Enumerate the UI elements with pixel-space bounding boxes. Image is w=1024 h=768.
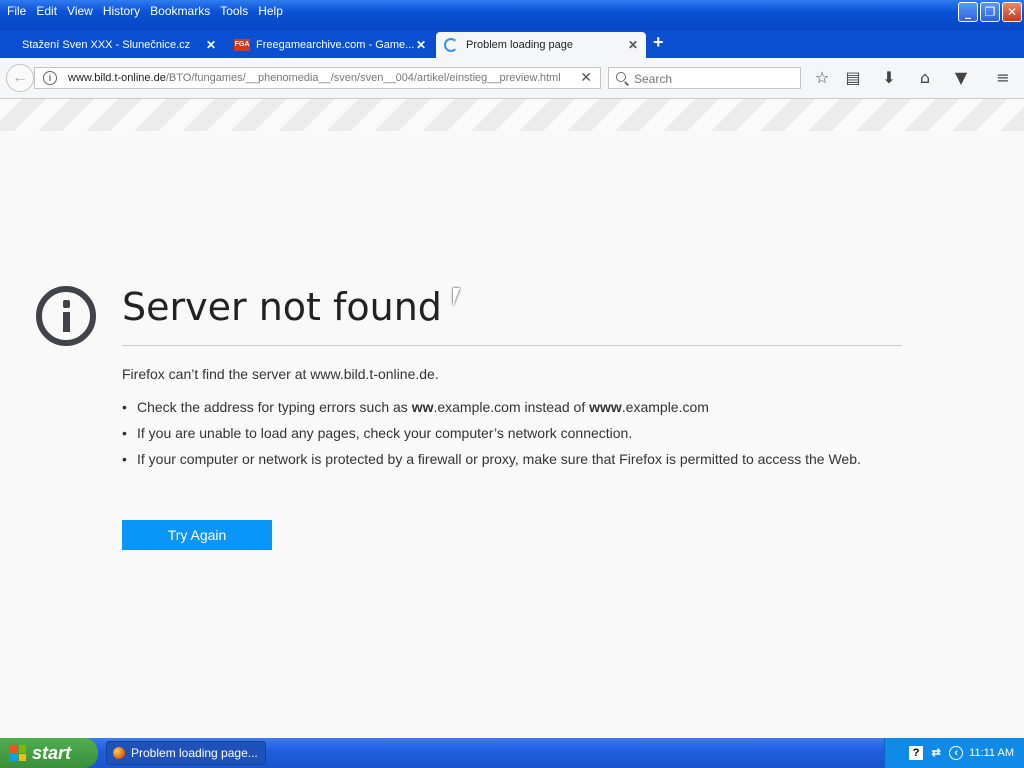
new-tab-button[interactable]: + [653,32,664,53]
freegamearchive-icon: FGA [234,39,250,51]
minimize-button[interactable]: _ [958,2,978,22]
tab-slunecnice[interactable]: Stažení Sven XXX - Slunečnice.cz ✕ [14,32,224,58]
bookmark-star-icon[interactable]: ☆ [812,68,832,88]
show-hidden-icons-icon[interactable]: ‹ [949,746,964,760]
list-item: If your computer or network is protected… [122,450,902,468]
tab-close-icon[interactable]: ✕ [416,38,426,52]
network-icon[interactable]: ⇄ [929,746,943,760]
tab-label: Freegamearchive.com - Game... [256,39,415,51]
tab-freegamearchive[interactable]: FGA Freegamearchive.com - Game... ✕ [226,32,434,58]
home-icon[interactable]: ⌂ [915,68,935,88]
info-icon [36,286,96,346]
close-window-button[interactable]: ✕ [1002,2,1022,22]
url-bar[interactable]: i www.bild.t-online.de/BTO/fungames/__ph… [34,67,601,89]
list-item: If you are unable to load any pages, che… [122,424,902,442]
menu-bar: File Edit View History Bookmarks Tools H… [0,0,288,22]
menu-tools[interactable]: Tools [215,4,253,18]
page-title: Server not found [122,285,442,329]
start-label: start [32,742,72,763]
window-title-bar: File Edit View History Bookmarks Tools H… [0,0,1024,30]
tab-label: Problem loading page [466,39,574,51]
start-button[interactable]: start [0,738,98,768]
search-icon [616,72,626,82]
tab-label: Stažení Sven XXX - Slunečnice.cz [22,39,191,51]
tab-problem-loading[interactable]: Problem loading page ✕ [436,32,646,58]
url-text: www.bild.t-online.de/BTO/fungames/__phen… [68,72,573,84]
navigation-toolbar: ← i www.bild.t-online.de/BTO/fungames/__… [0,58,1024,99]
tab-close-icon[interactable]: ✕ [206,38,216,52]
url-host: www.bild.t-online.de [68,72,166,84]
menu-view[interactable]: View [62,4,98,18]
loading-spinner-icon [444,38,458,52]
error-description: Firefox can’t find the server at www.bil… [122,366,439,382]
system-tray: ? ⇄ ‹ 11:11 AM [884,738,1024,768]
tab-close-icon[interactable]: ✕ [628,38,638,52]
menu-hamburger-icon[interactable]: ≡ [993,68,1013,88]
tab-strip: Stažení Sven XXX - Slunečnice.cz ✕ FGA F… [0,30,1024,58]
suggestion-list: Check the address for typing errors such… [122,398,902,476]
menu-history[interactable]: History [98,4,145,18]
windows-flag-icon [10,745,26,761]
reading-list-icon[interactable]: ▤ [843,68,863,88]
pocket-icon[interactable]: ▼ [951,68,971,88]
back-button[interactable]: ← [6,64,34,92]
menu-edit[interactable]: Edit [31,4,62,18]
try-again-button[interactable]: Try Again [122,520,272,550]
menu-bookmarks[interactable]: Bookmarks [145,4,215,18]
list-item: Check the address for typing errors such… [122,398,902,416]
taskbar: start Problem loading page... ? ⇄ ‹ 11:1… [0,738,1024,768]
menu-file[interactable]: File [2,4,31,18]
restore-button[interactable]: ❐ [980,2,1000,22]
clock: 11:11 AM [969,747,1014,759]
title-divider [122,345,902,346]
search-bar[interactable] [608,67,801,89]
stop-loading-icon[interactable]: ✕ [580,69,592,86]
menu-help[interactable]: Help [253,4,288,18]
firefox-icon [113,747,125,759]
error-page-stripe-bar [0,99,1024,131]
url-path: /BTO/fungames/__phenomedia__/sven/sven__… [165,72,561,84]
task-label: Problem loading page... [131,746,258,760]
search-input[interactable] [632,71,796,87]
taskbar-firefox-window[interactable]: Problem loading page... [106,741,266,765]
help-icon[interactable]: ? [909,746,924,760]
site-info-icon[interactable]: i [43,71,57,85]
downloads-icon[interactable]: ⬇ [879,68,899,88]
mouse-cursor-icon [453,288,467,306]
